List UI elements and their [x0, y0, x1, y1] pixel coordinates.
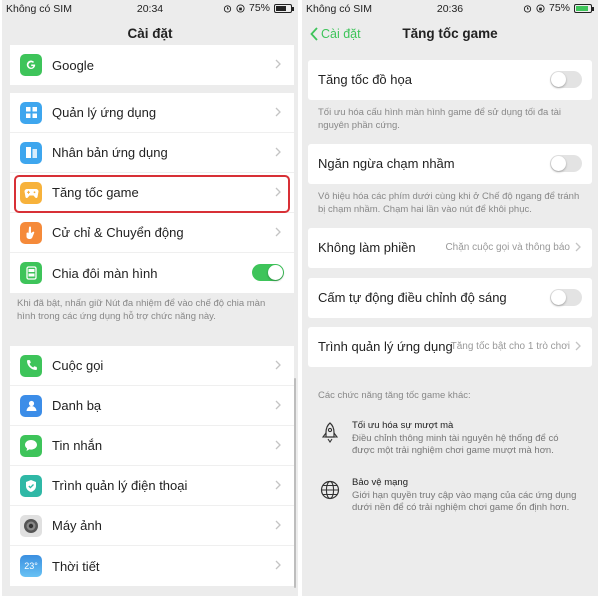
auto-brightness-lock-row[interactable]: Cấm tự động điều chỉnh độ sáng	[308, 278, 592, 318]
battery-percent: 75%	[548, 2, 570, 14]
split-screen-hint: Khi đã bật, nhấn giữ Nút đa nhiệm để vào…	[17, 298, 266, 322]
feature-description: Giới hạn quyền truy cập vào mạng của các…	[352, 490, 577, 513]
highlight-box	[14, 175, 290, 213]
settings-screen: Không có SIM 20:34 75% Cài đặt Google Qu…	[2, 0, 298, 596]
chevron-right-icon	[275, 560, 281, 570]
alarm-icon	[223, 4, 232, 13]
chevron-right-icon	[575, 242, 581, 252]
graphics-boost-hint: Tối ưu hóa cấu hình màn hình game để sử …	[318, 107, 561, 131]
setting-label: Cấm tự động điều chỉnh độ sáng	[318, 290, 507, 305]
chevron-right-icon	[275, 360, 281, 370]
back-button[interactable]: Cài đặt	[310, 18, 361, 50]
settings-item-split-screen[interactable]: Chia đôi màn hình	[10, 253, 294, 293]
settings-item-calls[interactable]: Cuộc gọi	[10, 346, 294, 386]
settings-item-app-management[interactable]: Quản lý ứng dụng	[10, 93, 294, 133]
chevron-right-icon	[275, 520, 281, 530]
scrollbar[interactable]	[294, 378, 296, 588]
feature-title: Tối ưu hóa sự mượt mà	[352, 420, 454, 431]
settings-item-phone-manager[interactable]: Trình quản lý điện thoại	[10, 466, 294, 506]
settings-item-label: Quản lý ứng dụng	[52, 105, 157, 120]
mistouch-prevention-toggle[interactable]	[550, 155, 582, 172]
setting-value: Tăng tốc bật cho 1 trò chơi	[450, 341, 570, 352]
feature-title: Bảo vệ mạng	[352, 477, 408, 488]
battery-percent: 75%	[248, 2, 270, 14]
split-screen-icon	[20, 262, 42, 284]
settings-item-label: Danh bạ	[52, 398, 102, 413]
graphics-boost-toggle[interactable]	[550, 71, 582, 88]
battery-icon	[274, 3, 294, 13]
chevron-right-icon	[275, 107, 281, 117]
setting-label: Trình quản lý ứng dụng	[318, 339, 453, 354]
contacts-icon	[20, 394, 42, 417]
split-screen-toggle[interactable]	[252, 264, 284, 281]
rotation-lock-icon	[536, 3, 545, 13]
settings-item-weather[interactable]: 23° Thời tiết	[10, 546, 294, 586]
weather-icon: 23°	[20, 555, 42, 577]
google-icon	[20, 54, 42, 76]
app-manager-row[interactable]: Trình quản lý ứng dụng Tăng tốc bật cho …	[308, 327, 592, 367]
auto-brightness-lock-toggle[interactable]	[550, 289, 582, 306]
setting-label: Ngăn ngừa chạm nhầm	[318, 156, 455, 171]
settings-item-label: Máy ảnh	[52, 518, 102, 533]
setting-label: Không làm phiền	[318, 240, 416, 255]
settings-item-label: Tin nhắn	[52, 438, 103, 453]
settings-item-app-clone[interactable]: Nhân bản ứng dụng	[10, 133, 294, 173]
back-label: Cài đặt	[321, 27, 361, 41]
google-group: Google	[10, 45, 294, 85]
other-features-header: Các chức năng tăng tốc game khác:	[318, 390, 471, 401]
rocket-icon	[321, 422, 339, 443]
settings-item-label: Thời tiết	[52, 558, 100, 574]
settings-item-messages[interactable]: Tin nhắn	[10, 426, 294, 466]
graphics-boost-row[interactable]: Tăng tốc đồ họa	[308, 60, 592, 100]
system-apps-group: Cuộc gọi Danh bạ Tin nhắn Trình quản lý …	[10, 346, 294, 586]
chevron-right-icon	[275, 480, 281, 490]
settings-item-gestures[interactable]: Cử chỉ & Chuyển động	[10, 213, 294, 253]
chevron-left-icon	[310, 27, 318, 41]
settings-item-google[interactable]: Google	[10, 45, 294, 85]
shield-icon	[20, 474, 42, 497]
message-icon	[20, 434, 42, 457]
mistouch-prevention-hint: Vô hiệu hóa các phím dưới cùng khi ở Chế…	[318, 191, 580, 215]
settings-item-camera[interactable]: Máy ảnh	[10, 506, 294, 546]
settings-item-label: Cuộc gọi	[52, 358, 104, 373]
chevron-right-icon	[575, 341, 581, 351]
status-bar: Không có SIM 20:34 75%	[2, 0, 298, 18]
feature-description: Điều chỉnh thông minh tài nguyên hệ thốn…	[352, 433, 559, 456]
hand-gesture-icon	[20, 221, 42, 244]
page-title: Tăng tốc game	[402, 26, 498, 41]
clone-icon	[20, 141, 42, 164]
battery-charging-icon	[574, 3, 594, 13]
do-not-disturb-row[interactable]: Không làm phiền Chặn cuộc gọi và thông b…	[308, 228, 592, 268]
game-boost-screen: Không có SIM 20:36 75% Cài đặt Tăng tốc …	[302, 0, 598, 596]
chevron-right-icon	[275, 147, 281, 157]
apps-grid-icon	[20, 101, 42, 124]
chevron-right-icon	[275, 227, 281, 237]
chevron-right-icon	[275, 400, 281, 410]
setting-value: Chặn cuộc gọi và thông báo	[445, 242, 570, 253]
alarm-icon	[523, 4, 532, 13]
status-bar: Không có SIM 20:36 75%	[302, 0, 598, 18]
settings-item-label: Nhân bản ứng dụng	[52, 145, 168, 160]
globe-icon	[320, 480, 340, 500]
settings-item-contacts[interactable]: Danh bạ	[10, 386, 294, 426]
settings-item-label: Trình quản lý điện thoại	[52, 478, 188, 493]
setting-label: Tăng tốc đồ họa	[318, 72, 412, 87]
chevron-right-icon	[275, 59, 281, 69]
chevron-right-icon	[275, 440, 281, 450]
settings-item-label: Google	[52, 57, 94, 73]
mistouch-prevention-row[interactable]: Ngăn ngừa chạm nhầm	[308, 144, 592, 184]
settings-item-label: Cử chỉ & Chuyển động	[52, 225, 184, 240]
phone-icon	[20, 354, 42, 377]
camera-icon	[20, 514, 42, 537]
rotation-lock-icon	[236, 3, 245, 13]
settings-item-label: Chia đôi màn hình	[52, 265, 158, 281]
